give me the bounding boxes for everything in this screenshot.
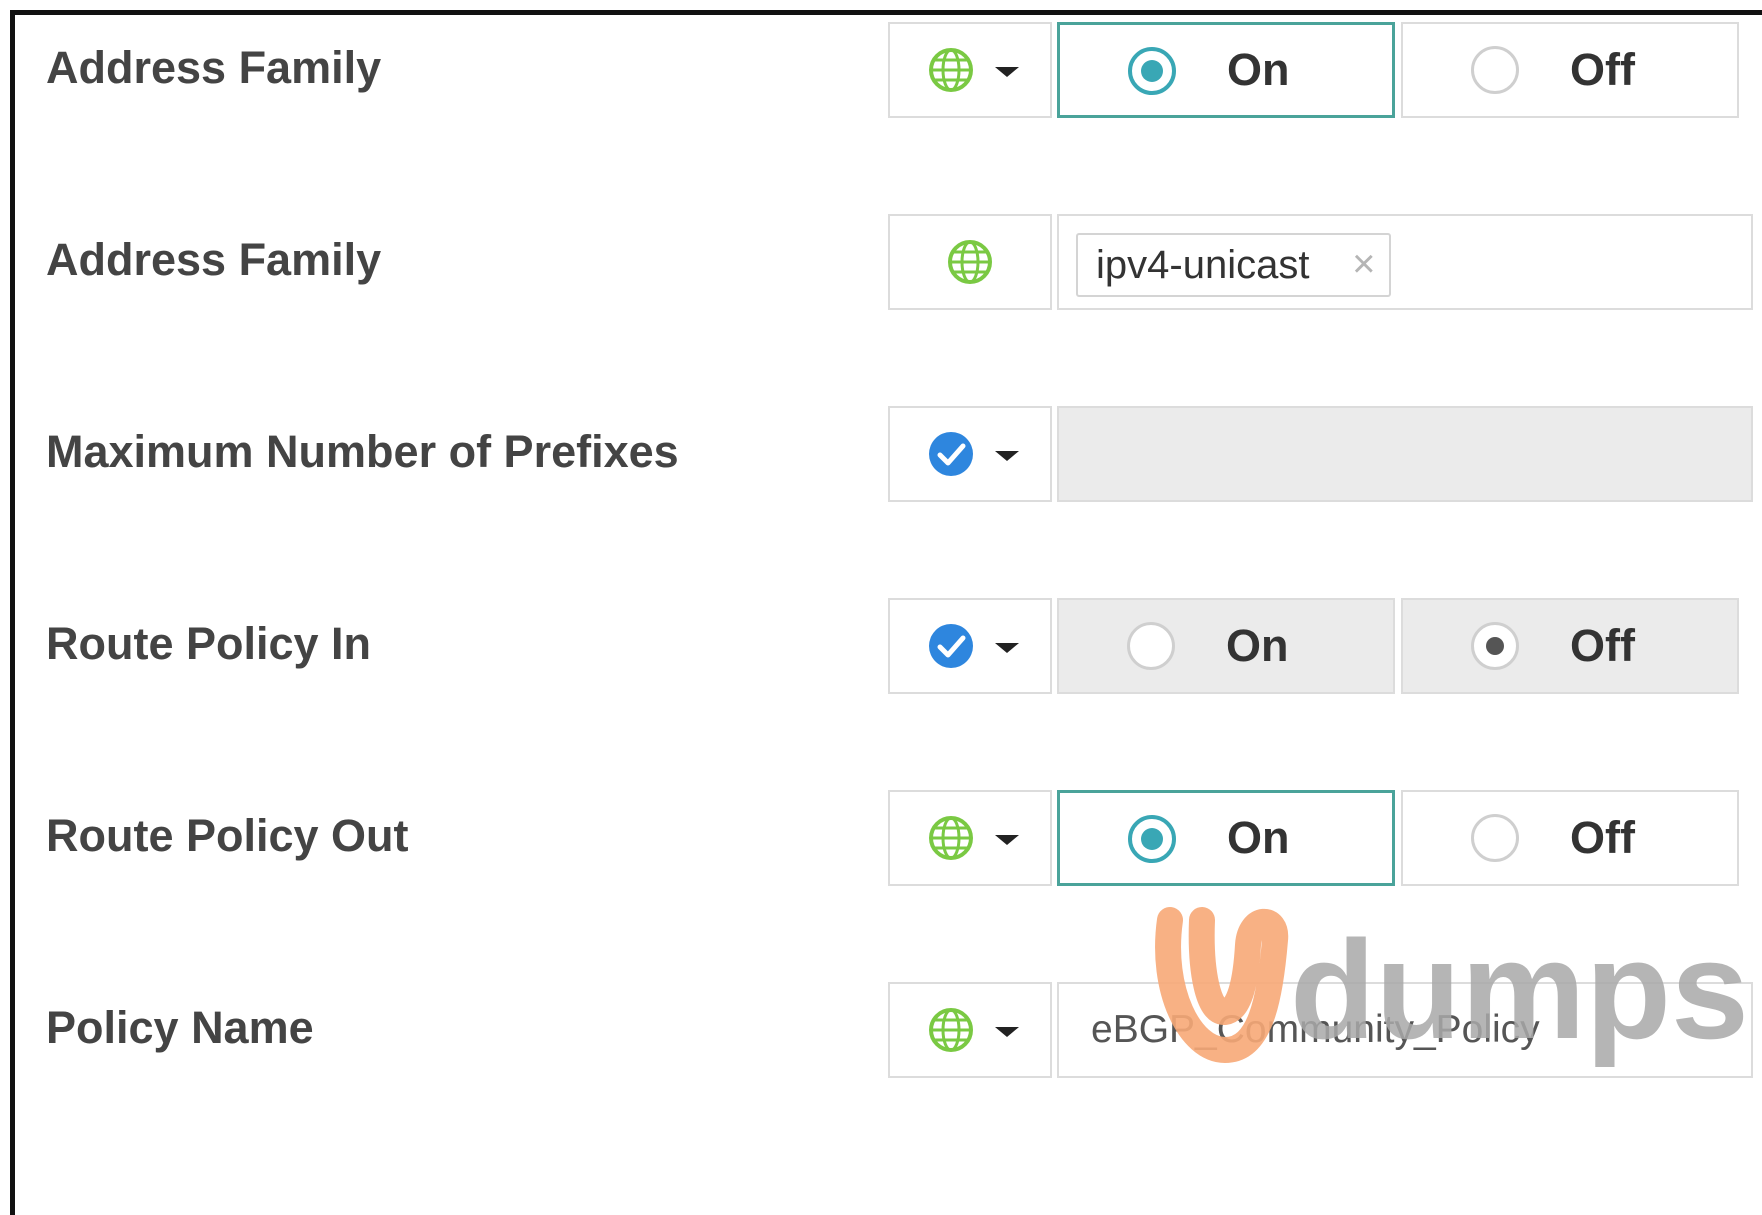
radio-label: Off xyxy=(1570,812,1635,863)
address-family-toggle-row: Address Family On Off xyxy=(0,12,1762,124)
radio-label: On xyxy=(1227,812,1290,863)
route-policy-in-row: Route Policy In On Off xyxy=(0,588,1762,700)
radio-option-on[interactable]: On xyxy=(1057,22,1395,118)
field-label: Route Policy In xyxy=(46,618,372,669)
scope-dropdown[interactable] xyxy=(888,22,1052,118)
radio-label: Off xyxy=(1570,44,1635,95)
globe-icon xyxy=(929,816,973,860)
radio-checked-icon xyxy=(1128,47,1176,95)
tag-label: ipv4-unicast xyxy=(1096,243,1310,287)
scope-dropdown[interactable] xyxy=(888,598,1052,694)
close-icon[interactable]: × xyxy=(1352,235,1375,293)
check-icon xyxy=(929,624,973,668)
field-label: Address Family xyxy=(46,234,382,285)
radio-option-off[interactable]: Off xyxy=(1401,22,1739,118)
address-family-value-row: Address Family ipv4-unicast × xyxy=(0,204,1762,316)
chevron-down-icon xyxy=(995,643,1019,653)
radio-label: On xyxy=(1227,44,1290,95)
field-label: Policy Name xyxy=(46,1002,314,1053)
radio-unchecked-icon xyxy=(1127,622,1175,670)
field-label: Maximum Number of Prefixes xyxy=(46,426,679,477)
radio-option-on[interactable]: On xyxy=(1057,790,1395,886)
globe-icon xyxy=(929,48,973,92)
globe-icon xyxy=(929,1008,973,1052)
route-policy-out-row: Route Policy Out On Off xyxy=(0,780,1762,892)
radio-option-on: On xyxy=(1057,598,1395,694)
chevron-down-icon xyxy=(995,451,1019,461)
scope-indicator xyxy=(888,214,1052,310)
field-label: Route Policy Out xyxy=(46,810,409,861)
address-family-tag: ipv4-unicast × xyxy=(1076,233,1392,297)
radio-unchecked-icon xyxy=(1471,46,1519,94)
radio-checked-icon xyxy=(1471,622,1519,670)
radio-label: On xyxy=(1226,620,1289,671)
radio-checked-icon xyxy=(1128,815,1176,863)
globe-icon xyxy=(948,240,992,284)
field-value: eBGP_Community_Policy xyxy=(1091,1008,1540,1051)
max-prefixes-row: Maximum Number of Prefixes xyxy=(0,396,1762,508)
radio-unchecked-icon xyxy=(1471,814,1519,862)
address-family-tag-input[interactable]: ipv4-unicast × xyxy=(1057,214,1753,310)
scope-dropdown[interactable] xyxy=(888,982,1052,1078)
radio-label: Off xyxy=(1570,620,1635,671)
radio-option-off[interactable]: Off xyxy=(1401,790,1739,886)
policy-name-row: Policy Name eBGP_Community_Policy xyxy=(0,972,1762,1084)
max-prefixes-input xyxy=(1057,406,1753,502)
scope-dropdown[interactable] xyxy=(888,790,1052,886)
check-icon xyxy=(929,432,973,476)
policy-name-input[interactable]: eBGP_Community_Policy xyxy=(1057,982,1753,1078)
chevron-down-icon xyxy=(995,835,1019,845)
radio-option-off: Off xyxy=(1401,598,1739,694)
scope-dropdown[interactable] xyxy=(888,406,1052,502)
chevron-down-icon xyxy=(995,1027,1019,1037)
chevron-down-icon xyxy=(995,67,1019,77)
field-label: Address Family xyxy=(46,42,382,93)
